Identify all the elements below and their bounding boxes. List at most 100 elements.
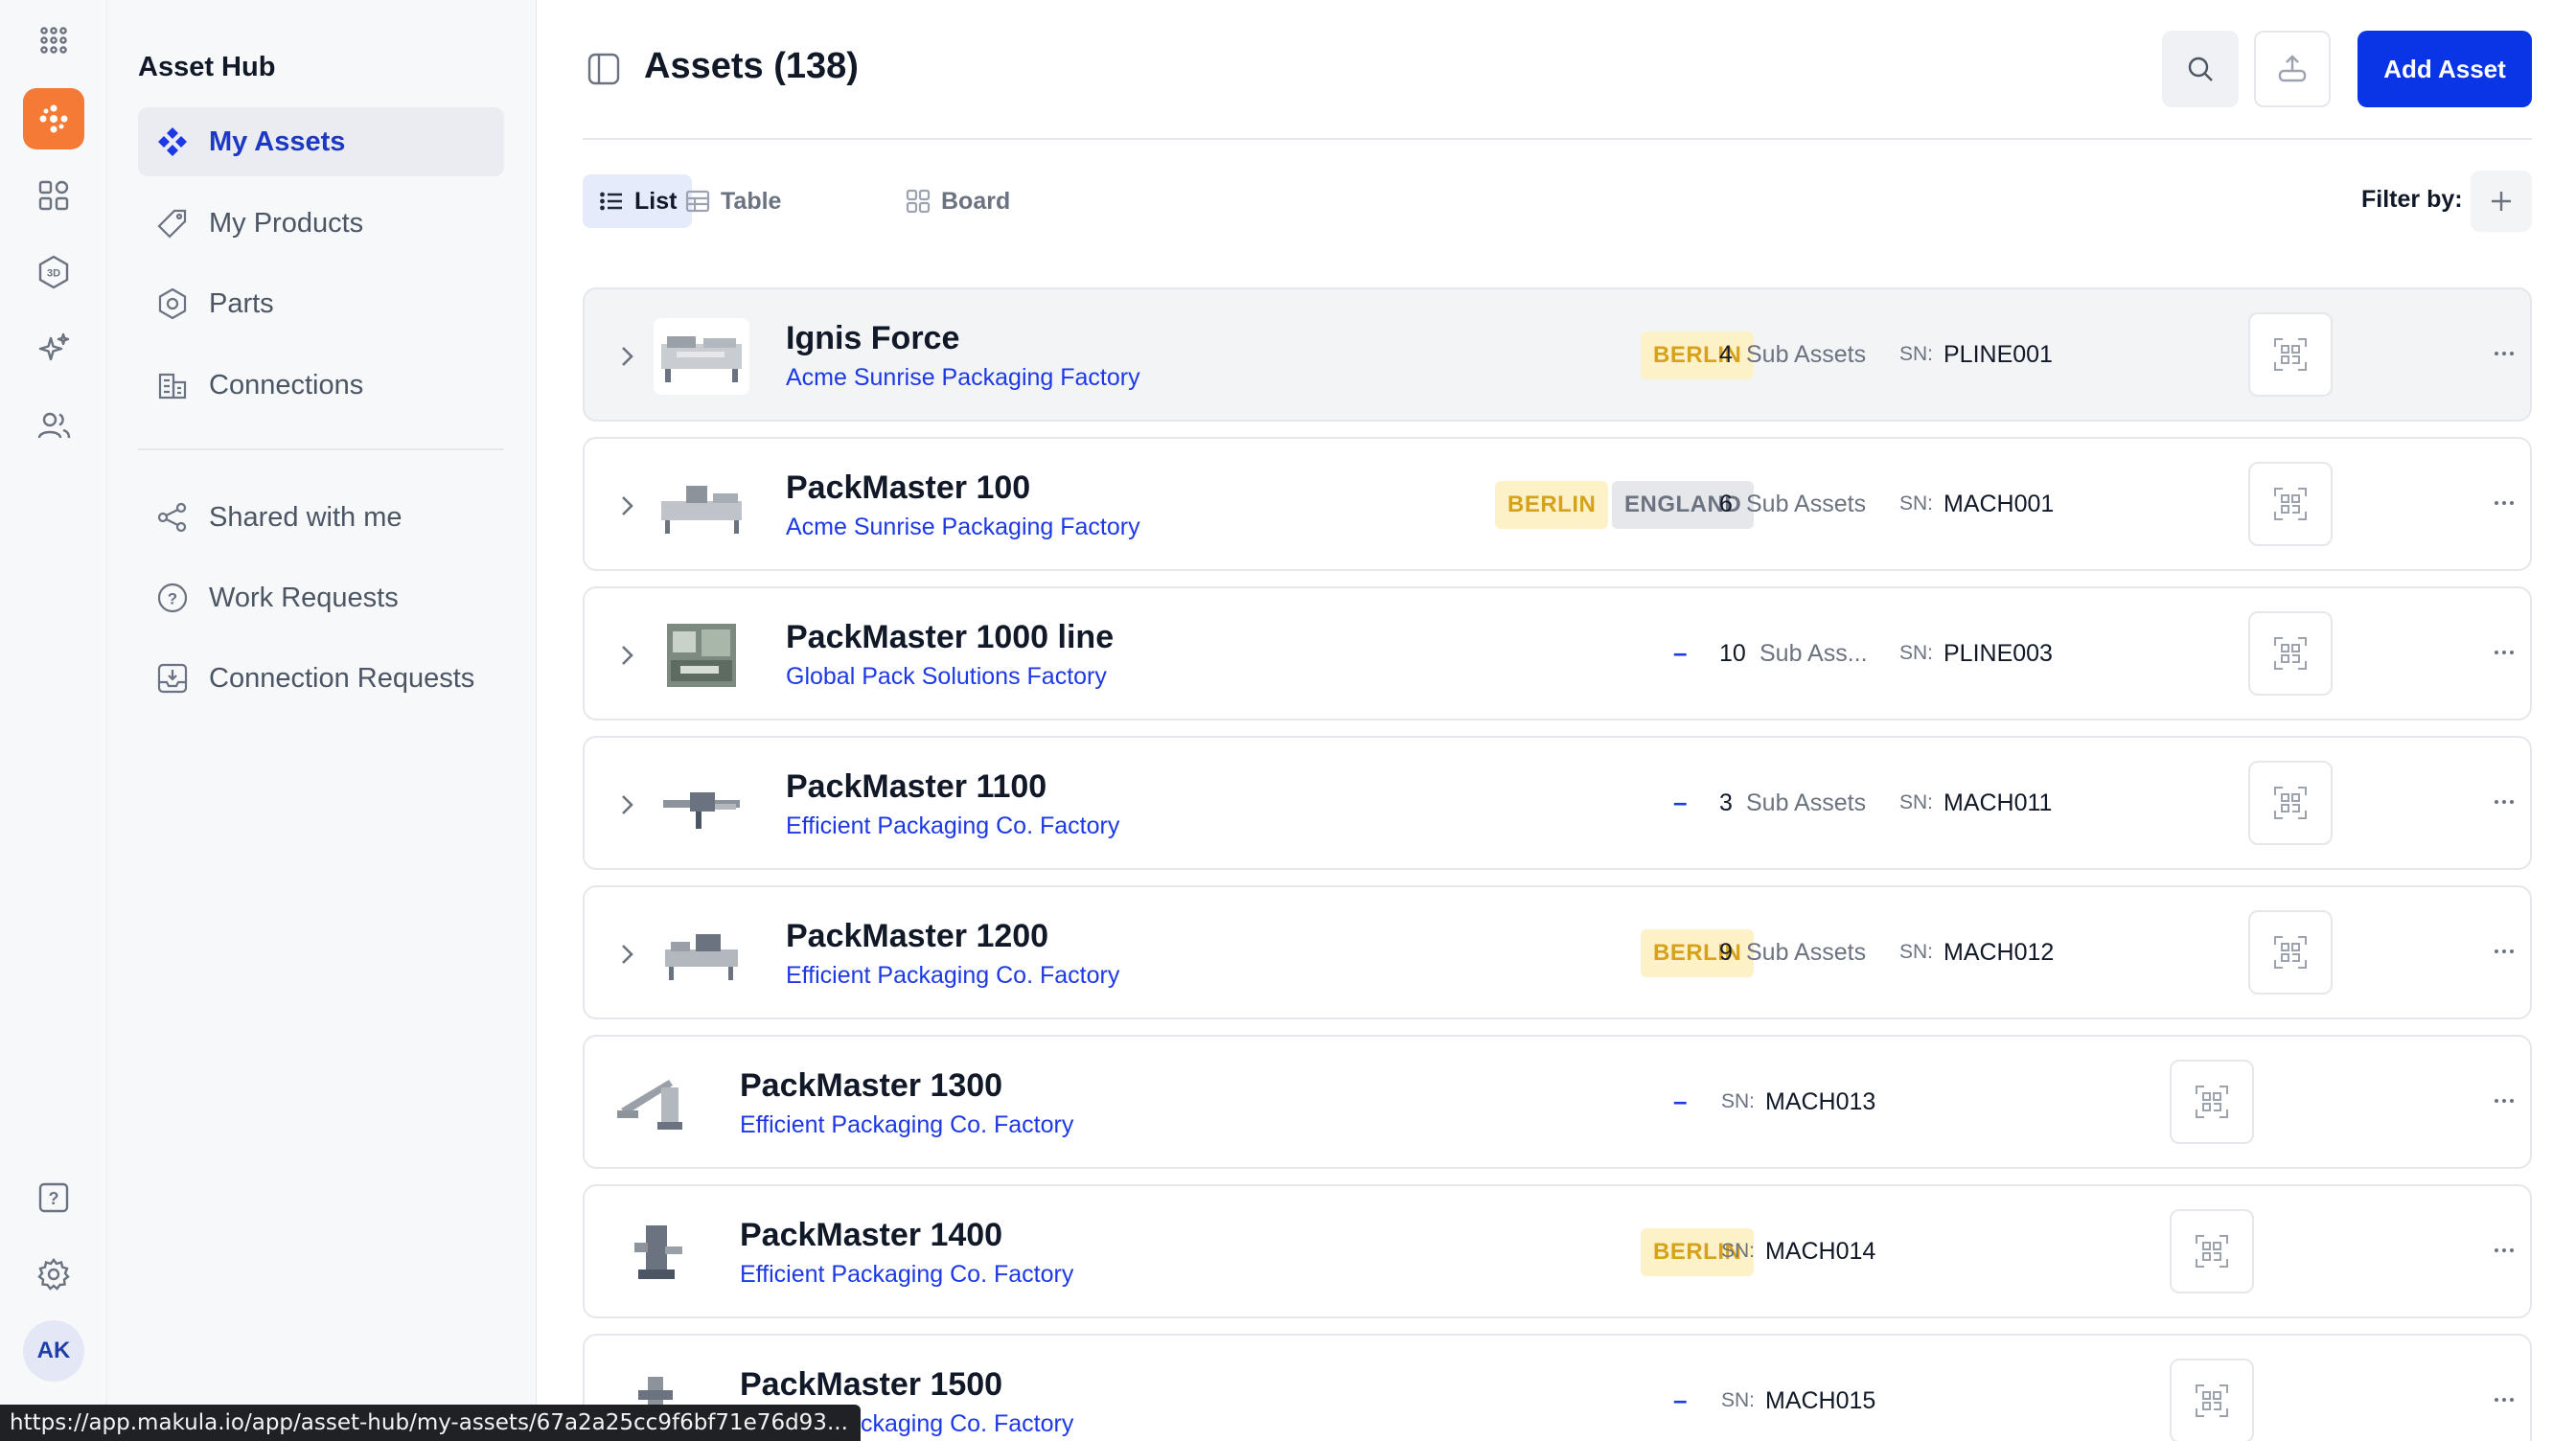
asset-name[interactable]: PackMaster 1500	[740, 1366, 1002, 1404]
sidebar-item-shared-with-me[interactable]: Shared with me	[138, 483, 504, 552]
asset-row[interactable]: PackMaster 1500 Efficient Packaging Co. …	[583, 1334, 2532, 1441]
asset-location[interactable]: Acme Sunrise Packaging Factory	[786, 514, 1140, 541]
sidebar-item-connection-requests[interactable]: Connection Requests	[138, 644, 504, 713]
no-tags-dash: –	[1673, 1385, 1688, 1414]
qr-code-button[interactable]	[2248, 462, 2333, 546]
sidebar-item-connections[interactable]: Connections	[138, 351, 504, 420]
avatar[interactable]: AK	[23, 1320, 84, 1382]
qr-scan-icon	[2196, 1384, 2228, 1417]
asset-location[interactable]: Acme Sunrise Packaging Factory	[786, 364, 1140, 392]
sub-asset-label: Sub Assets	[1746, 491, 1867, 517]
chevron-right-icon[interactable]	[613, 791, 640, 818]
settings-icon[interactable]	[23, 1244, 84, 1305]
more-options-icon[interactable]	[2490, 638, 2518, 667]
asset-location[interactable]: Efficient Packaging Co. Factory	[740, 1261, 1073, 1289]
no-tags-dash: –	[1673, 1086, 1688, 1115]
search-icon	[2188, 57, 2213, 81]
asset-row[interactable]: PackMaster 1400 Efficient Packaging Co. …	[583, 1184, 2532, 1318]
location-badge: BERLIN	[1641, 929, 1755, 977]
qr-scan-icon	[2196, 1235, 2228, 1268]
sub-asset-count: 4	[1719, 341, 1733, 368]
diamonds-icon	[153, 123, 192, 161]
main-content: Assets (138) Add Asset List Table Board …	[537, 0, 2576, 1441]
asset-name[interactable]: PackMaster 100	[786, 469, 1030, 507]
upload-button[interactable]	[2254, 31, 2331, 107]
more-options-icon[interactable]	[2490, 937, 2518, 966]
qr-code-button[interactable]	[2248, 910, 2333, 995]
location-badge: BERLIN	[1495, 481, 1609, 529]
asset-name[interactable]: PackMaster 1000 line	[786, 619, 1114, 656]
asset-row[interactable]: PackMaster 1100 Efficient Packaging Co. …	[583, 736, 2532, 870]
serial-label: SN:	[1899, 941, 1934, 963]
3d-icon[interactable]: 3D	[23, 241, 84, 303]
no-tags-dash: –	[1673, 788, 1688, 816]
asset-row[interactable]: Ignis Force Acme Sunrise Packaging Facto…	[583, 287, 2532, 422]
upload-icon	[2278, 55, 2307, 82]
widgets-icon[interactable]	[23, 165, 84, 226]
asset-location[interactable]: Efficient Packaging Co. Factory	[740, 1111, 1073, 1139]
chevron-right-icon[interactable]	[613, 941, 640, 968]
more-options-icon[interactable]	[2490, 1236, 2518, 1265]
add-asset-button[interactable]: Add Asset	[2358, 31, 2532, 107]
asset-thumbnail	[654, 318, 749, 395]
sparkles-icon[interactable]	[23, 318, 84, 379]
chevron-right-icon[interactable]	[613, 492, 640, 519]
sidebar: Asset Hub My Assets My Products Parts Co…	[107, 0, 537, 1441]
asset-row[interactable]: PackMaster 1000 line Global Pack Solutio…	[583, 586, 2532, 720]
more-options-icon[interactable]	[2490, 339, 2518, 368]
serial-number: PLINE003	[1944, 640, 2053, 667]
sidebar-item-parts[interactable]: Parts	[138, 269, 504, 338]
tag-icon	[153, 204, 192, 242]
svg-text:?: ?	[49, 1189, 59, 1208]
chevron-right-icon[interactable]	[613, 642, 640, 669]
sidebar-item-label: Work Requests	[209, 582, 399, 613]
sidebar-item-label: My Assets	[209, 126, 346, 157]
question-icon: ?	[153, 579, 192, 617]
sub-asset-label: Sub Assets	[1746, 939, 1867, 966]
apps-grid-icon[interactable]	[23, 10, 84, 71]
qr-code-button[interactable]	[2170, 1060, 2254, 1144]
asset-location[interactable]: Efficient Packaging Co. Factory	[786, 962, 1119, 990]
more-options-icon[interactable]	[2490, 1385, 2518, 1414]
more-options-icon[interactable]	[2490, 489, 2518, 517]
more-options-icon[interactable]	[2490, 1086, 2518, 1115]
qr-code-button[interactable]	[2170, 1359, 2254, 1441]
board-icon	[906, 189, 931, 214]
asset-row[interactable]: PackMaster 1300 Efficient Packaging Co. …	[583, 1035, 2532, 1169]
chevron-right-icon[interactable]	[613, 343, 640, 370]
qr-code-button[interactable]	[2170, 1209, 2254, 1293]
asset-name[interactable]: PackMaster 1300	[740, 1067, 1002, 1105]
asset-name[interactable]: PackMaster 1200	[786, 918, 1048, 955]
asset-location[interactable]: Global Pack Solutions Factory	[786, 663, 1107, 691]
asset-thumbnail	[654, 468, 749, 544]
location-badge: ENGLAND	[1612, 481, 1755, 529]
sidebar-toggle-icon[interactable]	[586, 52, 621, 86]
asset-row[interactable]: PackMaster 100 Acme Sunrise Packaging Fa…	[583, 437, 2532, 571]
hexagon-icon	[153, 285, 192, 323]
asset-location[interactable]: Efficient Packaging Co. Factory	[786, 812, 1119, 840]
search-button[interactable]	[2162, 31, 2239, 107]
sidebar-item-my-products[interactable]: My Products	[138, 189, 504, 258]
asset-name[interactable]: PackMaster 1100	[786, 768, 1046, 806]
more-options-icon[interactable]	[2490, 788, 2518, 816]
asset-name[interactable]: Ignis Force	[786, 320, 959, 357]
users-icon[interactable]	[23, 395, 84, 456]
sidebar-item-my-assets[interactable]: My Assets	[138, 107, 504, 176]
serial-label: SN:	[1721, 1389, 1756, 1411]
asset-name[interactable]: PackMaster 1400	[740, 1217, 1002, 1254]
serial-number: MACH012	[1944, 939, 2055, 966]
sub-asset-count: 10	[1719, 640, 1746, 667]
tab-table[interactable]: Table	[669, 174, 796, 228]
svg-text:?: ?	[168, 590, 177, 608]
qr-code-button[interactable]	[2248, 611, 2333, 696]
asset-hub-icon[interactable]	[23, 88, 84, 149]
qr-code-button[interactable]	[2248, 761, 2333, 845]
sidebar-item-label: Parts	[209, 287, 274, 319]
sidebar-item-work-requests[interactable]: ? Work Requests	[138, 563, 504, 632]
asset-row[interactable]: PackMaster 1200 Efficient Packaging Co. …	[583, 885, 2532, 1019]
serial-label: SN:	[1899, 642, 1934, 664]
add-filter-button[interactable]	[2471, 171, 2532, 232]
tab-board[interactable]: Board	[889, 174, 1025, 228]
help-icon[interactable]: ?	[23, 1167, 84, 1228]
qr-code-button[interactable]	[2248, 312, 2333, 397]
